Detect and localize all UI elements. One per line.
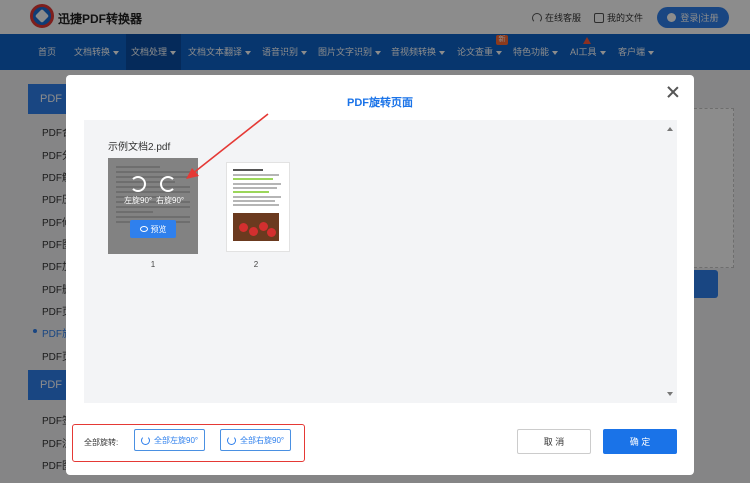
- annotation-arrow: [186, 113, 269, 179]
